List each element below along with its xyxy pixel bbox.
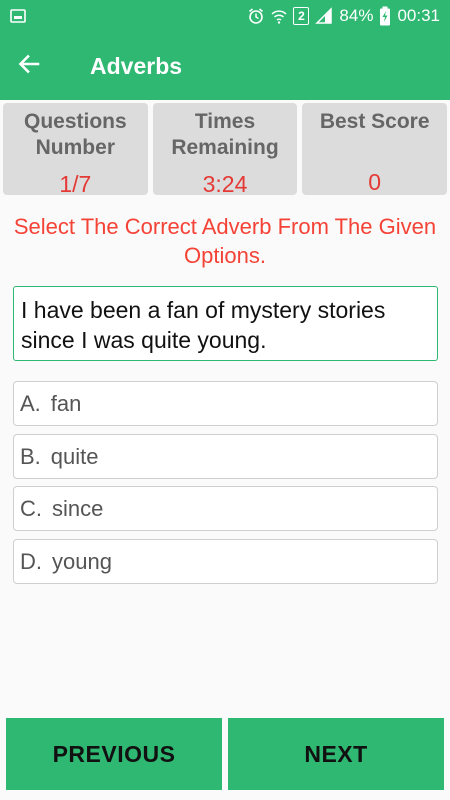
times-remaining-value: 3:24: [202, 171, 248, 197]
clock: 00:31: [397, 6, 440, 25]
option-a[interactable]: A. fan: [13, 381, 438, 426]
status-right: 2 84% 00:31: [247, 6, 440, 26]
arrow-left-icon: [18, 53, 40, 80]
times-remaining-label: Times Remaining: [171, 110, 279, 159]
option-d[interactable]: D. young: [13, 539, 438, 584]
battery-charging-icon: [379, 6, 391, 26]
option-text: young: [52, 548, 112, 574]
option-c[interactable]: C. since: [13, 486, 438, 531]
question-box: I have been a fan of mystery stories sin…: [13, 286, 438, 361]
wifi-icon: [271, 7, 287, 25]
screen: 2 84% 00:31 Adverbs Questions Number 1/7: [0, 0, 450, 800]
stats-row: Questions Number 1/7 Times Remaining 3:2…: [0, 100, 450, 197]
option-letter: B.: [20, 443, 41, 469]
best-score-label: Best Score: [319, 110, 430, 133]
status-bar: 2 84% 00:31: [0, 0, 450, 32]
option-letter: A.: [20, 390, 41, 416]
sim-icon: 2: [293, 7, 310, 25]
questions-number-value: 1/7: [59, 171, 92, 197]
previous-button[interactable]: PREVIOUS: [6, 718, 222, 790]
sim-number: 2: [298, 9, 305, 23]
alarm-icon: [247, 7, 265, 25]
next-button[interactable]: NEXT: [228, 718, 444, 790]
best-score-value: 0: [368, 169, 382, 195]
option-letter: D.: [20, 548, 42, 574]
questions-number-card: Questions Number 1/7: [3, 103, 148, 197]
option-text: since: [52, 495, 104, 521]
questions-number-label: Questions Number: [23, 110, 127, 159]
option-letter: C.: [20, 495, 42, 521]
instruction-text: Select The Correct Adverb From The Given…: [13, 214, 437, 268]
battery-percent: 84%: [339, 6, 374, 25]
screenshot-icon: [10, 8, 26, 24]
option-b[interactable]: B. quite: [13, 434, 438, 479]
times-remaining-card: Times Remaining 3:24: [152, 103, 298, 197]
status-left: [10, 8, 26, 24]
signal-icon: [315, 7, 333, 25]
back-button[interactable]: [0, 32, 58, 100]
option-text: quite: [50, 443, 99, 469]
page-title: Adverbs: [90, 52, 183, 79]
toolbar: Adverbs: [0, 32, 450, 100]
option-text: fan: [50, 390, 82, 416]
best-score-card: Best Score 0: [302, 103, 448, 195]
